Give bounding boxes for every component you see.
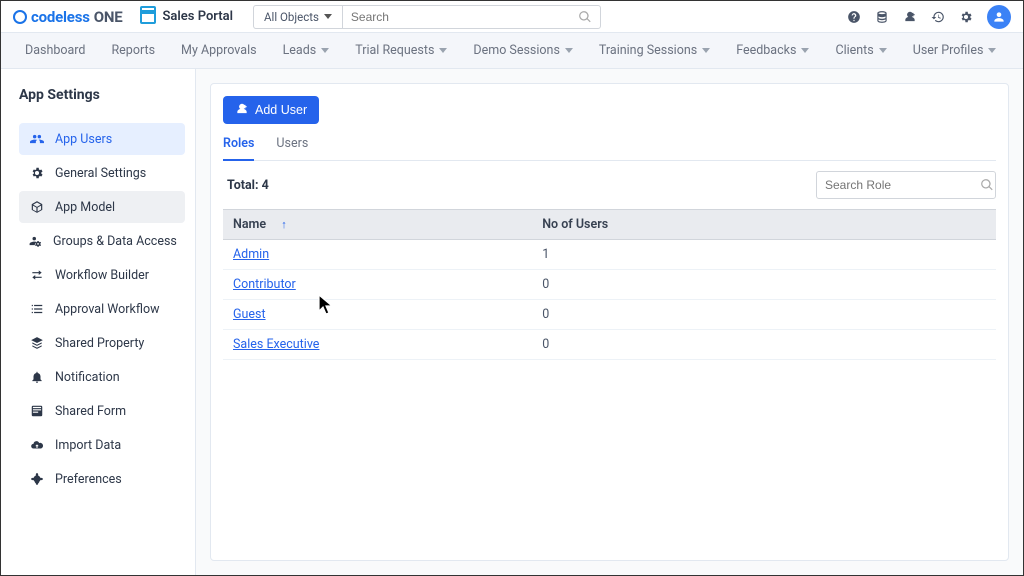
role-search-wrap (816, 171, 996, 199)
sidebar-item-shared-form[interactable]: Shared Form (19, 395, 185, 427)
global-search-input[interactable] (343, 6, 578, 28)
sidebar-item-label: Import Data (55, 438, 121, 453)
tab-roles[interactable]: Roles (223, 136, 254, 161)
brand-text-suffix: ONE (94, 8, 123, 26)
sidebar-item-app-model[interactable]: App Model (19, 191, 185, 223)
sidebar-item-notification[interactable]: Notification (19, 361, 185, 393)
tab-users[interactable]: Users (276, 136, 308, 160)
nav-my-approvals[interactable]: My Approvals (181, 43, 257, 58)
role-link[interactable]: Sales Executive (233, 337, 319, 352)
sidebar-item-label: Shared Form (55, 404, 126, 419)
user-avatar[interactable] (987, 5, 1011, 29)
sidebar-item-label: Groups & Data Access (53, 234, 177, 249)
sidebar-item-label: Preferences (55, 472, 122, 487)
sidebar-item-label: App Model (55, 200, 115, 215)
add-user-label: Add User (255, 103, 307, 117)
sidebar-item-label: Approval Workflow (55, 302, 159, 317)
sidebar-item-general-settings[interactable]: General Settings (19, 157, 185, 189)
total-count: Total: 4 (223, 178, 269, 193)
nav-trial-requests[interactable]: Trial Requests (355, 43, 447, 58)
sidebar-item-preferences[interactable]: Preferences (19, 463, 185, 495)
sliders-icon (29, 472, 45, 486)
sidebar-item-approval-workflow[interactable]: Approval Workflow (19, 293, 185, 325)
table-row: Sales Executive 0 (223, 330, 996, 360)
sidebar-item-label: Shared Property (55, 336, 144, 351)
sidebar-item-label: Workflow Builder (55, 268, 149, 283)
arrows-icon (29, 268, 45, 282)
table-row: Admin 1 (223, 240, 996, 270)
form-icon (29, 404, 45, 418)
role-link[interactable]: Admin (233, 247, 269, 262)
sidebar-item-label: General Settings (55, 166, 146, 181)
history-icon[interactable] (931, 10, 945, 24)
cell-users: 0 (532, 330, 996, 360)
cell-users: 1 (532, 240, 996, 270)
sidebar-item-import-data[interactable]: Import Data (19, 429, 185, 461)
sidebar: App Settings App Users General Settings … (1, 69, 196, 575)
nav-training-sessions[interactable]: Training Sessions (599, 43, 710, 58)
portal-name: Sales Portal (162, 9, 233, 24)
briefcase-icon (140, 10, 156, 24)
role-link[interactable]: Guest (233, 307, 266, 322)
checklist-icon (29, 302, 45, 316)
search-scope-label: All Objects (264, 10, 319, 24)
portal-selector[interactable]: Sales Portal (140, 9, 233, 24)
nav-feedbacks[interactable]: Feedbacks (736, 43, 809, 58)
sidebar-item-app-users[interactable]: App Users (19, 123, 185, 155)
table-row: Guest 0 (223, 300, 996, 330)
caret-down-icon (702, 48, 710, 53)
caret-down-icon (879, 48, 887, 53)
nav-leads[interactable]: Leads (283, 43, 330, 58)
settings-icon[interactable] (959, 10, 973, 24)
cell-users: 0 (532, 270, 996, 300)
cell-users: 0 (532, 300, 996, 330)
nav-demo-sessions[interactable]: Demo Sessions (473, 43, 573, 58)
add-user-button[interactable]: Add User (223, 96, 319, 124)
stack-icon (29, 336, 45, 350)
sidebar-title: App Settings (19, 87, 185, 103)
user-plus-icon[interactable] (903, 10, 917, 24)
sidebar-item-label: App Users (55, 132, 112, 147)
sort-asc-icon: ↑ (281, 218, 287, 231)
search-icon (980, 178, 994, 192)
sidebar-item-workflow-builder[interactable]: Workflow Builder (19, 259, 185, 291)
caret-down-icon (801, 48, 809, 53)
search-scope-dropdown[interactable]: All Objects (254, 6, 343, 28)
nav-user-profiles[interactable]: User Profiles (913, 43, 997, 58)
nav-dashboard[interactable]: Dashboard (25, 43, 85, 58)
database-icon[interactable] (875, 10, 889, 24)
gear-icon (29, 166, 45, 180)
sidebar-item-groups-data-access[interactable]: Groups & Data Access (19, 225, 185, 257)
caret-down-icon (988, 48, 996, 53)
sidebar-item-shared-property[interactable]: Shared Property (19, 327, 185, 359)
brand-logo[interactable]: codelessONE (13, 8, 122, 26)
users-gear-icon (29, 234, 43, 248)
column-no-of-users[interactable]: No of Users (532, 210, 996, 240)
bell-icon (29, 370, 45, 384)
caret-down-icon (321, 48, 329, 53)
users-icon (29, 132, 45, 146)
cloud-upload-icon (29, 438, 45, 452)
nav-reports[interactable]: Reports (111, 43, 155, 58)
main-nav: Dashboard Reports My Approvals Leads Tri… (1, 33, 1023, 69)
role-link[interactable]: Contributor (233, 277, 296, 292)
logo-icon (13, 10, 27, 24)
column-name[interactable]: Name ↑ (223, 210, 532, 240)
brand-text-prefix: codeless (31, 8, 90, 26)
caret-down-icon (439, 48, 447, 53)
caret-down-icon (565, 48, 573, 53)
help-icon[interactable] (847, 10, 861, 24)
roles-table: Name ↑ No of Users Admin 1 Contributor (223, 209, 996, 360)
search-icon (578, 10, 592, 24)
user-plus-icon (235, 102, 249, 119)
cube-icon (29, 200, 45, 214)
role-search-input[interactable] (825, 178, 980, 192)
caret-down-icon (324, 14, 332, 19)
table-row: Contributor 0 (223, 270, 996, 300)
sidebar-item-label: Notification (55, 370, 120, 385)
nav-clients[interactable]: Clients (835, 43, 886, 58)
